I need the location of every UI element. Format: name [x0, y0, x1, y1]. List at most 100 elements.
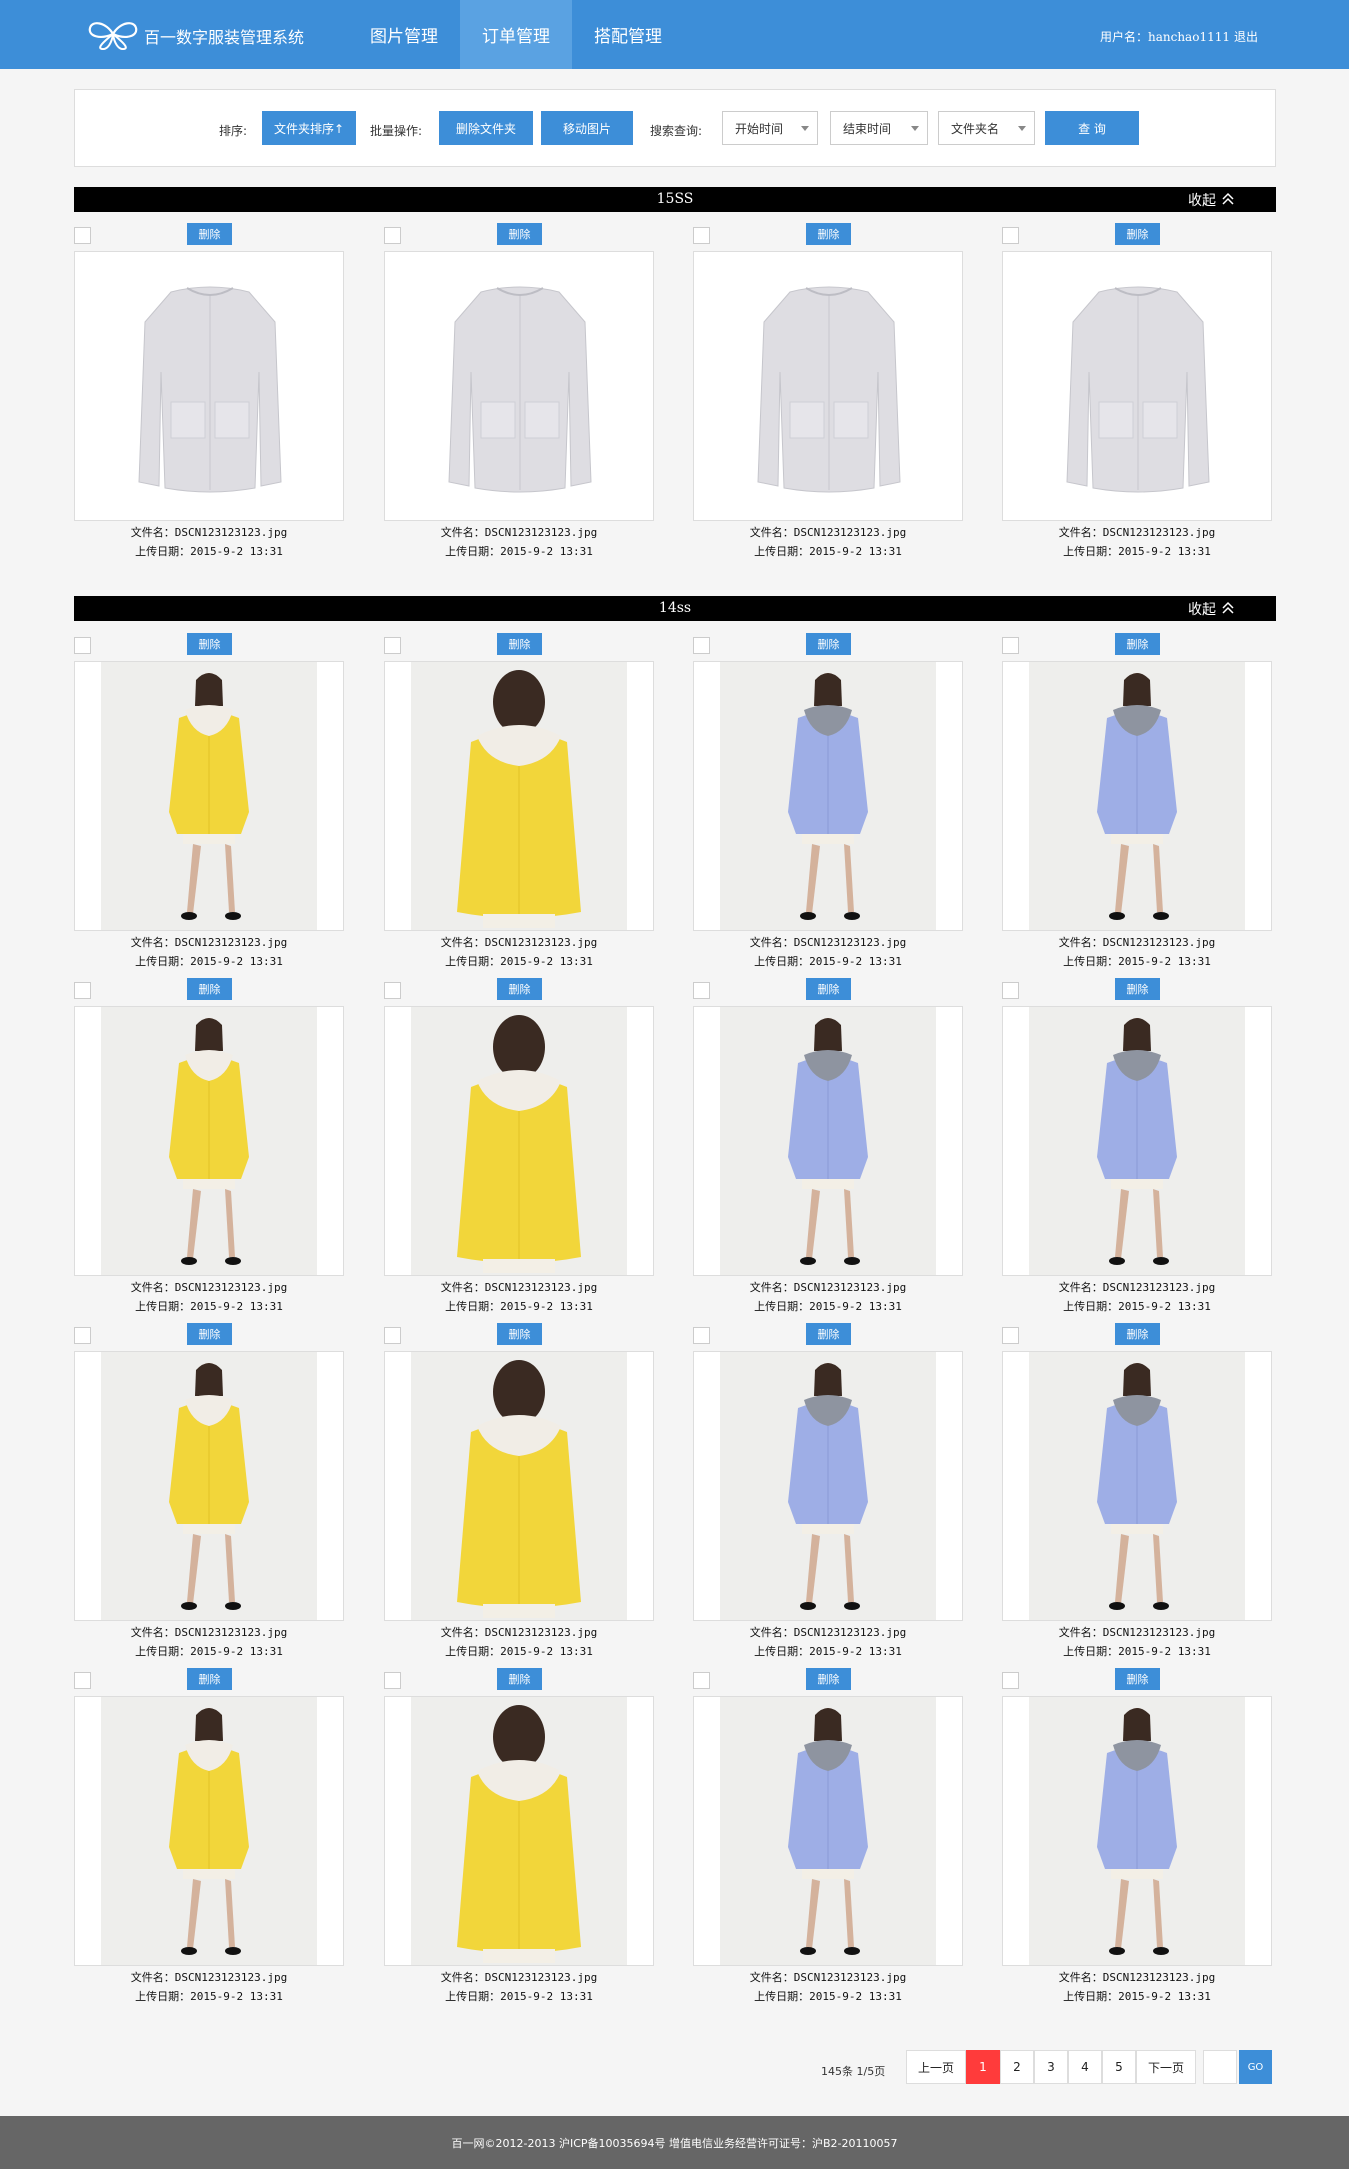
file-name: 文件名：DSCN123123123.jpg	[749, 936, 907, 949]
end-time-select[interactable]: 结束时间	[830, 111, 928, 145]
delete-image-button[interactable]: 删除	[187, 1323, 232, 1345]
garment-image[interactable]	[384, 1696, 654, 1966]
garment-image[interactable]	[693, 251, 963, 521]
select-checkbox[interactable]	[1002, 1672, 1019, 1689]
image-meta: 文件名：DSCN123123123.jpg 上传日期：2015-9-2 13:31	[693, 523, 963, 561]
upload-date: 上传日期：2015-9-2 13:31	[135, 1990, 283, 2003]
garment-image[interactable]	[384, 1006, 654, 1276]
garment-image[interactable]	[693, 1696, 963, 1966]
top-navbar: 百一数字服装管理系统 图片管理 订单管理 搭配管理 用户名：hanchao111…	[0, 0, 1349, 69]
delete-image-button[interactable]: 删除	[187, 1668, 232, 1690]
nav-outfit-management[interactable]: 搭配管理	[572, 0, 684, 69]
delete-image-button[interactable]: 删除	[806, 633, 851, 655]
delete-image-button[interactable]: 删除	[806, 978, 851, 1000]
image-meta: 文件名：DSCN123123123.jpg 上传日期：2015-9-2 13:31	[693, 1623, 963, 1661]
nav-image-management[interactable]: 图片管理	[348, 0, 460, 69]
collapse-button[interactable]: 收起	[1188, 599, 1216, 619]
select-checkbox[interactable]	[693, 227, 710, 244]
select-checkbox[interactable]	[384, 227, 401, 244]
garment-image[interactable]	[384, 251, 654, 521]
garment-image[interactable]	[74, 1006, 344, 1276]
delete-image-button[interactable]: 删除	[187, 978, 232, 1000]
select-checkbox[interactable]	[74, 982, 91, 999]
move-image-button[interactable]: 移动图片	[541, 111, 633, 145]
upload-date: 上传日期：2015-9-2 13:31	[1063, 545, 1211, 558]
garment-image[interactable]	[74, 251, 344, 521]
folder-name-select[interactable]: 文件夹名	[938, 111, 1035, 145]
select-checkbox[interactable]	[693, 982, 710, 999]
garment-image[interactable]	[74, 661, 344, 931]
start-time-select[interactable]: 开始时间	[722, 111, 818, 145]
file-name: 文件名：DSCN123123123.jpg	[130, 1281, 288, 1294]
select-checkbox[interactable]	[1002, 982, 1019, 999]
image-meta: 文件名：DSCN123123123.jpg 上传日期：2015-9-2 13:31	[693, 1968, 963, 2006]
chevron-up-icon[interactable]	[1220, 601, 1236, 615]
delete-image-button[interactable]: 删除	[187, 223, 232, 245]
select-checkbox[interactable]	[693, 1327, 710, 1344]
garment-image[interactable]	[693, 1006, 963, 1276]
delete-image-button[interactable]: 删除	[497, 978, 542, 1000]
go-button[interactable]: GO	[1239, 2050, 1272, 2084]
delete-image-button[interactable]: 删除	[187, 633, 232, 655]
page-1-button[interactable]: 1	[966, 2050, 1000, 2084]
batch-label: 批量操作:	[370, 124, 423, 138]
butterfly-logo-icon[interactable]	[86, 18, 140, 50]
upload-date: 上传日期：2015-9-2 13:31	[135, 1300, 283, 1313]
delete-image-button[interactable]: 删除	[497, 223, 542, 245]
select-checkbox[interactable]	[74, 1327, 91, 1344]
logout-link[interactable]: 退出	[1234, 28, 1258, 45]
garment-image[interactable]	[1002, 1351, 1272, 1621]
garment-image[interactable]	[74, 1351, 344, 1621]
garment-image[interactable]	[384, 661, 654, 931]
page-5-button[interactable]: 5	[1102, 2050, 1136, 2084]
delete-image-button[interactable]: 删除	[1115, 633, 1160, 655]
next-page-button[interactable]: 下一页	[1136, 2050, 1196, 2084]
delete-image-button[interactable]: 删除	[806, 223, 851, 245]
upload-date: 上传日期：2015-9-2 13:31	[754, 1990, 902, 2003]
prev-page-button[interactable]: 上一页	[906, 2050, 966, 2084]
file-name: 文件名：DSCN123123123.jpg	[749, 526, 907, 539]
page-3-button[interactable]: 3	[1034, 2050, 1068, 2084]
select-checkbox[interactable]	[74, 227, 91, 244]
garment-image[interactable]	[693, 661, 963, 931]
chevron-up-icon[interactable]	[1220, 192, 1236, 206]
garment-image[interactable]	[74, 1696, 344, 1966]
delete-image-button[interactable]: 删除	[497, 1323, 542, 1345]
page-4-button[interactable]: 4	[1068, 2050, 1102, 2084]
folder-sort-button[interactable]: 文件夹排序↑	[262, 111, 356, 145]
page-2-button[interactable]: 2	[1000, 2050, 1034, 2084]
delete-folder-button[interactable]: 删除文件夹	[439, 111, 533, 145]
select-checkbox[interactable]	[384, 637, 401, 654]
image-meta: 文件名：DSCN123123123.jpg 上传日期：2015-9-2 13:31	[384, 933, 654, 971]
select-checkbox[interactable]	[1002, 1327, 1019, 1344]
collapse-button[interactable]: 收起	[1188, 190, 1216, 210]
nav-order-management[interactable]: 订单管理	[460, 0, 572, 69]
select-checkbox[interactable]	[1002, 637, 1019, 654]
app-title: 百一数字服装管理系统	[144, 28, 305, 47]
select-checkbox[interactable]	[693, 1672, 710, 1689]
delete-image-button[interactable]: 删除	[497, 1668, 542, 1690]
select-checkbox[interactable]	[384, 1672, 401, 1689]
select-checkbox[interactable]	[1002, 227, 1019, 244]
select-checkbox[interactable]	[693, 637, 710, 654]
query-button[interactable]: 查 询	[1045, 111, 1139, 145]
garment-image[interactable]	[1002, 661, 1272, 931]
select-checkbox[interactable]	[384, 1327, 401, 1344]
page-number-input[interactable]	[1203, 2050, 1237, 2084]
garment-image[interactable]	[693, 1351, 963, 1621]
delete-image-button[interactable]: 删除	[806, 1668, 851, 1690]
delete-image-button[interactable]: 删除	[806, 1323, 851, 1345]
garment-image[interactable]	[1002, 1006, 1272, 1276]
delete-image-button[interactable]: 删除	[1115, 1323, 1160, 1345]
delete-image-button[interactable]: 删除	[1115, 1668, 1160, 1690]
file-name: 文件名：DSCN123123123.jpg	[130, 1626, 288, 1639]
select-checkbox[interactable]	[384, 982, 401, 999]
select-checkbox[interactable]	[74, 637, 91, 654]
delete-image-button[interactable]: 删除	[1115, 223, 1160, 245]
garment-image[interactable]	[1002, 1696, 1272, 1966]
delete-image-button[interactable]: 删除	[1115, 978, 1160, 1000]
garment-image[interactable]	[1002, 251, 1272, 521]
select-checkbox[interactable]	[74, 1672, 91, 1689]
garment-image[interactable]	[384, 1351, 654, 1621]
delete-image-button[interactable]: 删除	[497, 633, 542, 655]
